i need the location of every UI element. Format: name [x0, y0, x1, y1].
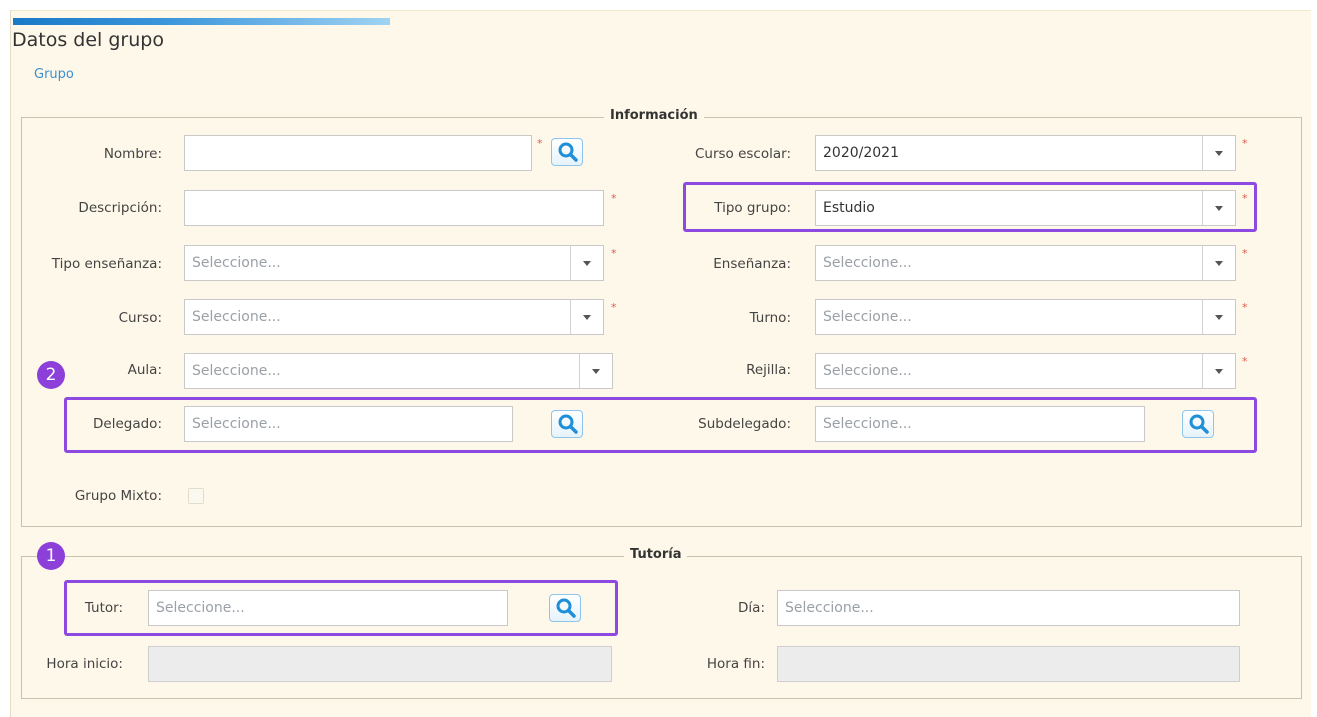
aula-label: Aula: [127, 362, 162, 378]
informacion-legend: Información [604, 108, 704, 124]
hora-inicio-label: Hora inicio: [46, 656, 123, 672]
turno-select[interactable]: Seleccione... [815, 299, 1236, 335]
descripcion-label: Descripción: [78, 200, 162, 216]
dia-label: Día: [738, 600, 765, 616]
hora-fin-input [777, 646, 1240, 682]
step-1-marker: 1 [37, 542, 65, 570]
rejilla-value: Seleccione... [823, 363, 912, 379]
chevron-down-icon [592, 369, 600, 374]
aula-value: Seleccione... [192, 363, 281, 379]
descripcion-required-mark: * [611, 192, 617, 205]
ensenanza-select[interactable]: Seleccione... [815, 245, 1236, 281]
nombre-search-button[interactable] [551, 138, 583, 166]
chevron-down-icon [583, 315, 591, 320]
tipo-ensenanza-select[interactable]: Seleccione... [184, 245, 604, 281]
curso-escolar-required-mark: * [1242, 137, 1248, 150]
nombre-label: Nombre: [103, 146, 162, 162]
chevron-down-icon [1215, 151, 1223, 156]
rejilla-required-mark: * [1242, 355, 1248, 368]
ensenanza-required-mark: * [1242, 247, 1248, 260]
turno-label: Turno: [749, 310, 791, 326]
hora-fin-label: Hora fin: [706, 656, 765, 672]
ensenanza-value: Seleccione... [823, 255, 912, 271]
tutoria-legend: Tutoría [624, 547, 688, 563]
page-title: Datos del grupo [12, 29, 164, 51]
tipo-ensenanza-required-mark: * [611, 247, 617, 260]
tipo-grupo-highlight [683, 182, 1257, 232]
chevron-down-icon [1215, 261, 1223, 266]
tipo-ensenanza-label: Tipo enseñanza: [51, 256, 162, 272]
hora-inicio-input [148, 646, 612, 682]
turno-value: Seleccione... [823, 309, 912, 325]
grupo-mixto-checkbox[interactable] [188, 488, 204, 504]
curso-escolar-label: Curso escolar: [694, 146, 791, 162]
rejilla-select[interactable]: Seleccione... [815, 353, 1236, 389]
app-window: Datos del grupo Grupo Información Nombre… [0, 0, 1317, 717]
delegados-highlight [64, 397, 1257, 453]
curso-escolar-select[interactable]: 2020/2021 [815, 135, 1236, 171]
chevron-down-icon [1215, 369, 1223, 374]
chevron-down-icon [1215, 315, 1223, 320]
tutor-highlight [64, 580, 618, 636]
ensenanza-label: Enseñanza: [713, 256, 791, 272]
dia-input[interactable]: Seleccione... [777, 590, 1240, 626]
aula-select[interactable]: Seleccione... [184, 353, 613, 389]
search-icon [558, 142, 578, 162]
descripcion-input[interactable] [184, 190, 604, 226]
chevron-down-icon [583, 261, 591, 266]
rejilla-label: Rejilla: [746, 362, 791, 378]
grupo-mixto-label: Grupo Mixto: [74, 488, 162, 504]
curso-label: Curso: [118, 310, 162, 326]
curso-required-mark: * [611, 301, 617, 314]
nombre-input[interactable] [184, 135, 532, 171]
curso-escolar-value: 2020/2021 [823, 145, 899, 161]
nombre-required-mark: * [537, 137, 543, 150]
turno-required-mark: * [1242, 301, 1248, 314]
breadcrumb-link-grupo[interactable]: Grupo [34, 66, 74, 84]
progress-accent-bar [13, 18, 390, 25]
curso-value: Seleccione... [192, 309, 281, 325]
step-2-marker: 2 [37, 361, 65, 389]
curso-select[interactable]: Seleccione... [184, 299, 604, 335]
tipo-ensenanza-value: Seleccione... [192, 255, 281, 271]
